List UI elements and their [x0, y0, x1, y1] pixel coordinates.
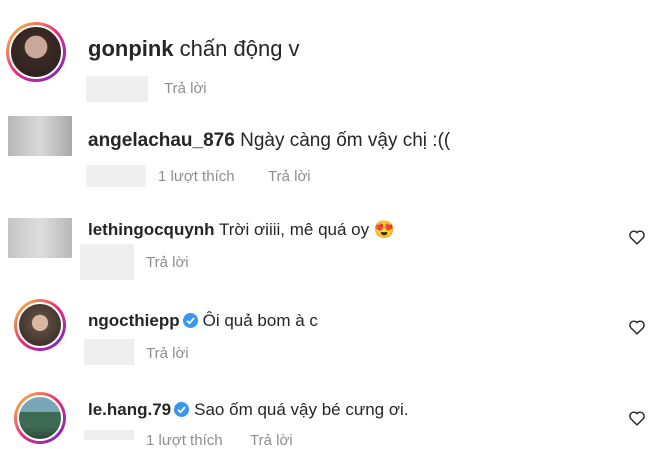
comment-username[interactable]: ngocthiepp — [88, 311, 180, 330]
comment-username[interactable]: angelachau_876 — [88, 130, 235, 151]
comment-text: Trời ơiiii, mê quá oy 😍 — [218, 220, 396, 239]
avatar[interactable] — [14, 392, 66, 444]
comment-item: angelachau_876 Ngày càng ốm vậy chị :(( … — [0, 110, 660, 200]
timestamp-blurred — [84, 339, 134, 365]
timestamp-blurred — [84, 430, 134, 440]
timestamp-blurred — [86, 76, 148, 102]
like-count[interactable]: 1 lượt thích — [146, 432, 223, 449]
reply-button[interactable]: Trả lời — [268, 168, 311, 185]
comment-item: le.hang.79 Sao ốm quá vậy bé cưng ơi. 1 l… — [0, 380, 660, 449]
avatar[interactable] — [6, 22, 66, 82]
comment-text: Ôi quả bom à c — [202, 311, 318, 330]
heart-outline-icon[interactable] — [628, 319, 646, 335]
reply-button[interactable]: Trả lời — [146, 254, 189, 271]
reply-button[interactable]: Trả lời — [146, 345, 189, 362]
timestamp-blurred — [86, 165, 146, 187]
comment-text: chấn động v — [179, 36, 300, 61]
comment-item: ngocthiepp Ôi quả bom à c Trả lời — [0, 285, 660, 380]
comment-item: gonpink chấn động v Trả lời — [0, 0, 660, 110]
verified-badge-icon — [174, 402, 190, 418]
avatar[interactable] — [8, 116, 72, 156]
reply-button[interactable]: Trả lời — [250, 432, 293, 449]
heart-outline-icon[interactable] — [628, 410, 646, 426]
comment-username[interactable]: gonpink — [88, 36, 174, 61]
comment-username[interactable]: le.hang.79 — [88, 400, 171, 419]
verified-badge-icon — [182, 313, 198, 329]
comment-username[interactable]: lethingocquynh — [88, 220, 215, 239]
timestamp-blurred — [80, 244, 134, 280]
reply-button[interactable]: Trả lời — [164, 80, 207, 97]
avatar[interactable] — [14, 299, 66, 351]
comment-text: Ngày càng ốm vậy chị :(( — [240, 130, 451, 151]
avatar[interactable] — [8, 218, 72, 258]
heart-outline-icon[interactable] — [628, 229, 646, 245]
comment-text: Sao ốm quá vậy bé cưng ơi. — [194, 400, 409, 419]
comment-item: lethingocquynh Trời ơiiii, mê quá oy 😍 T… — [0, 200, 660, 285]
like-count[interactable]: 1 lượt thích — [158, 168, 235, 185]
